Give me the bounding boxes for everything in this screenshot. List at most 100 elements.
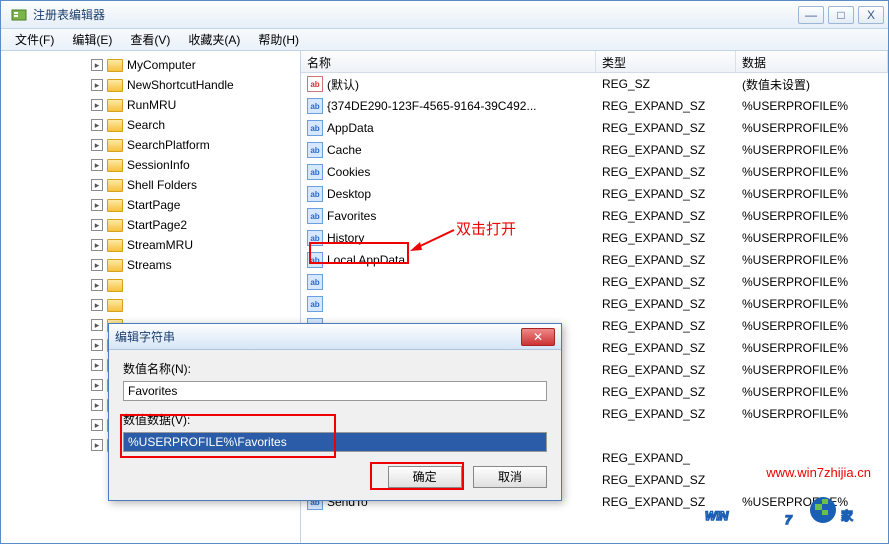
expand-icon[interactable]: ▸ <box>91 439 103 451</box>
expand-icon[interactable]: ▸ <box>91 79 103 91</box>
row-type: REG_EXPAND_SZ <box>596 473 736 487</box>
list-row[interactable]: abCookiesREG_EXPAND_SZ%USERPROFILE% <box>301 161 888 183</box>
tree-node[interactable]: ▸RunMRU <box>1 95 300 115</box>
row-type: REG_EXPAND_SZ <box>596 121 736 135</box>
reg-expand-icon: ab <box>307 230 323 246</box>
expand-icon[interactable]: ▸ <box>91 379 103 391</box>
tree-node[interactable]: ▸StartPage2 <box>1 215 300 235</box>
tree-node[interactable]: ▸ NewShortcutHandle <box>1 75 300 95</box>
reg-expand-icon: ab <box>307 274 323 290</box>
tree-label: SessionInfo <box>127 158 190 172</box>
list-row[interactable]: abFavoritesREG_EXPAND_SZ%USERPROFILE% <box>301 205 888 227</box>
tree-node[interactable]: ▸ StartPage <box>1 195 300 215</box>
reg-sz-icon: ab <box>307 76 323 92</box>
expand-icon[interactable]: ▸ <box>91 99 103 111</box>
tree-node[interactable]: ▸SearchPlatform <box>1 135 300 155</box>
expand-icon[interactable]: ▸ <box>91 239 103 251</box>
value-name-label: 数值名称(N): <box>123 360 547 377</box>
maximize-button[interactable]: □ <box>828 6 854 24</box>
close-button[interactable]: X <box>858 6 884 24</box>
list-row[interactable]: abLocal AppDataREG_EXPAND_SZ%USERPROFILE… <box>301 249 888 271</box>
menu-file[interactable]: 文件(F) <box>7 29 62 50</box>
tree-node[interactable]: ▸MyComputer <box>1 55 300 75</box>
value-data-label: 数值数据(V): <box>123 411 547 428</box>
menu-view[interactable]: 查看(V) <box>122 29 178 50</box>
row-data: %USERPROFILE% <box>736 275 888 289</box>
row-type: REG_EXPAND_SZ <box>596 143 736 157</box>
folder-icon <box>107 299 123 312</box>
app-icon <box>11 7 27 23</box>
row-type: REG_EXPAND_SZ <box>596 231 736 245</box>
folder-icon <box>107 139 123 152</box>
expand-icon[interactable]: ▸ <box>91 59 103 71</box>
dialog-close-button[interactable]: ✕ <box>521 328 555 346</box>
dialog-title: 编辑字符串 <box>115 328 521 345</box>
row-type: REG_EXPAND_SZ <box>596 165 736 179</box>
reg-expand-icon: ab <box>307 98 323 114</box>
folder-icon <box>107 119 123 132</box>
row-name: {374DE290-123F-4565-9164-39C492... <box>327 99 536 113</box>
expand-icon[interactable]: ▸ <box>91 199 103 211</box>
tree-node[interactable]: ▸ Shell Folders <box>1 175 300 195</box>
list-row[interactable]: abHistoryREG_EXPAND_SZ%USERPROFILE% <box>301 227 888 249</box>
tree-node[interactable]: ▸ <box>1 275 300 295</box>
menu-help[interactable]: 帮助(H) <box>250 29 307 50</box>
list-header: 名称 类型 数据 <box>301 51 888 73</box>
expand-icon[interactable]: ▸ <box>91 179 103 191</box>
row-name: History <box>327 231 364 245</box>
tree-node[interactable]: ▸ <box>1 295 300 315</box>
expand-icon[interactable]: ▸ <box>91 319 103 331</box>
expand-icon[interactable]: ▸ <box>91 119 103 131</box>
row-type: REG_EXPAND_SZ <box>596 209 736 223</box>
expand-icon[interactable]: ▸ <box>91 299 103 311</box>
list-row[interactable]: ab REG_EXPAND_SZ%USERPROFILE% <box>301 271 888 293</box>
reg-expand-icon: ab <box>307 186 323 202</box>
cancel-button[interactable]: 取消 <box>473 466 547 488</box>
expand-icon[interactable]: ▸ <box>91 359 103 371</box>
expand-icon[interactable]: ▸ <box>91 279 103 291</box>
titlebar: 注册表编辑器 — □ X <box>1 1 888 29</box>
folder-icon <box>107 199 123 212</box>
folder-icon <box>107 99 123 112</box>
row-type: REG_EXPAND_SZ <box>596 495 736 509</box>
list-row[interactable]: ab(默认)REG_SZ(数值未设置) <box>301 73 888 95</box>
tree-node[interactable]: ▸Streams <box>1 255 300 275</box>
menu-favorites[interactable]: 收藏夹(A) <box>180 29 248 50</box>
row-name: Cookies <box>327 165 370 179</box>
row-type: REG_EXPAND_SZ <box>596 253 736 267</box>
expand-icon[interactable]: ▸ <box>91 219 103 231</box>
col-type[interactable]: 类型 <box>596 51 736 72</box>
ok-button[interactable]: 确定 <box>388 466 462 488</box>
row-type: REG_EXPAND_SZ <box>596 319 736 333</box>
col-data[interactable]: 数据 <box>736 51 888 72</box>
col-name[interactable]: 名称 <box>301 51 596 72</box>
tree-node[interactable]: ▸Search <box>1 115 300 135</box>
expand-icon[interactable]: ▸ <box>91 159 103 171</box>
row-data: %USERPROFILE% <box>736 385 888 399</box>
row-data: %USERPROFILE% <box>736 209 888 223</box>
list-row[interactable]: abREG_EXPAND_SZ%USERPROFILE% <box>301 293 888 315</box>
list-row[interactable]: ab{374DE290-123F-4565-9164-39C492...REG_… <box>301 95 888 117</box>
list-row[interactable]: abAppDataREG_EXPAND_SZ%USERPROFILE% <box>301 117 888 139</box>
menu-edit[interactable]: 编辑(E) <box>64 29 120 50</box>
expand-icon[interactable]: ▸ <box>91 259 103 271</box>
row-type: REG_EXPAND_SZ <box>596 275 736 289</box>
tree-label: Shell Folders <box>127 178 197 192</box>
expand-icon[interactable]: ▸ <box>91 399 103 411</box>
list-row[interactable]: abDesktopREG_EXPAND_SZ%USERPROFILE% <box>301 183 888 205</box>
tree-label: StartPage <box>127 198 180 212</box>
expand-icon[interactable]: ▸ <box>91 419 103 431</box>
row-type: REG_EXPAND_SZ <box>596 407 736 421</box>
tree-node[interactable]: ▸ SessionInfo <box>1 155 300 175</box>
tree-label: NewShortcutHandle <box>127 78 234 92</box>
value-data-field[interactable]: %USERPROFILE%\Favorites <box>123 432 547 452</box>
tree-node[interactable]: ▸StreamMRU <box>1 235 300 255</box>
folder-icon <box>107 279 123 292</box>
list-row[interactable]: abCacheREG_EXPAND_SZ%USERPROFILE% <box>301 139 888 161</box>
value-name-field[interactable]: Favorites <box>123 381 547 401</box>
expand-icon[interactable]: ▸ <box>91 139 103 151</box>
dialog-titlebar[interactable]: 编辑字符串 ✕ <box>109 324 561 350</box>
row-data: %USERPROFILE% <box>736 341 888 355</box>
minimize-button[interactable]: — <box>798 6 824 24</box>
expand-icon[interactable]: ▸ <box>91 339 103 351</box>
